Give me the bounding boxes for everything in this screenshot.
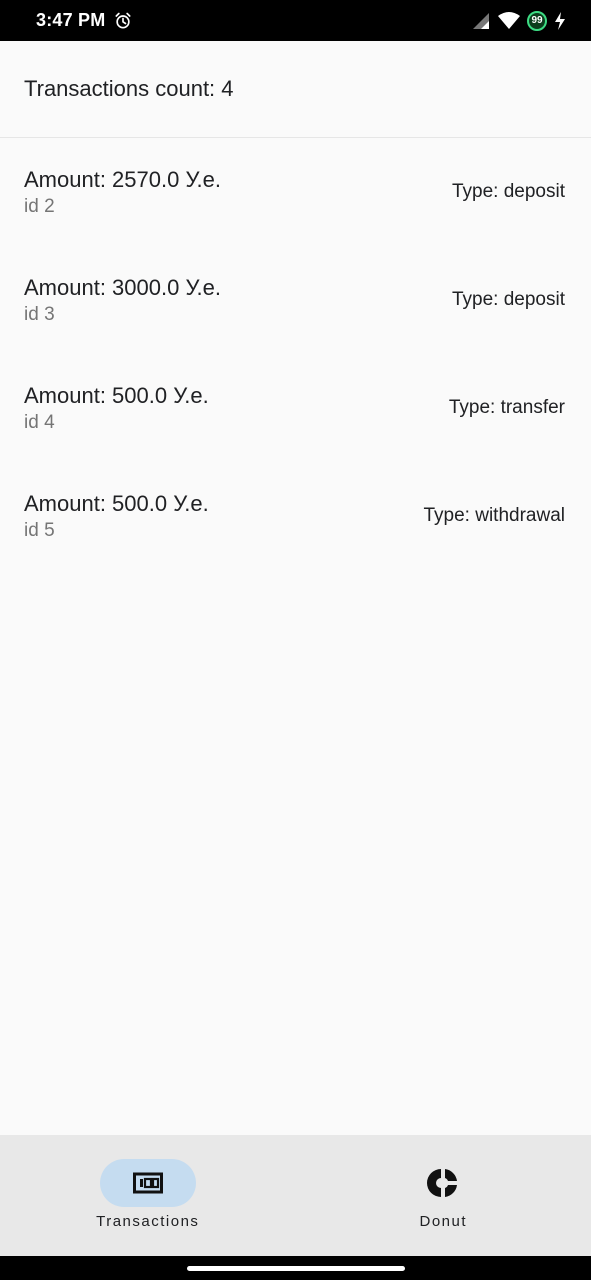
bottom-navigation: Transactions Donut	[0, 1135, 591, 1256]
transaction-info: Amount: 2570.0 У.е. id 2	[24, 165, 221, 219]
money-icon	[132, 1172, 163, 1194]
transaction-amount: Amount: 3000.0 У.е.	[24, 275, 221, 300]
status-time: 3:47 PM	[36, 10, 106, 30]
transaction-type: Type: deposit	[451, 289, 565, 310]
nav-pill	[395, 1159, 491, 1207]
transaction-info: Amount: 500.0 У.е. id 5	[24, 489, 209, 543]
nav-label-donut: Donut	[419, 1213, 468, 1230]
transaction-list: Amount: 2570.0 У.е. id 2 Type: deposit A…	[0, 138, 591, 570]
transaction-id: id 3	[24, 304, 55, 325]
home-handle[interactable]	[186, 1265, 405, 1271]
transaction-info: Amount: 500.0 У.е. id 4	[24, 381, 209, 435]
transaction-amount: Amount: 500.0 У.е.	[24, 383, 209, 408]
list-item[interactable]: Amount: 500.0 У.е. id 4 Type: transfer	[0, 354, 591, 462]
nav-active-indicator	[99, 1159, 196, 1207]
transaction-info: Amount: 3000.0 У.е. id 3	[24, 273, 221, 327]
charging-icon	[555, 11, 565, 30]
transaction-id: id 5	[24, 520, 55, 541]
donut-chart-icon	[427, 1169, 458, 1197]
signal-icon	[473, 12, 489, 29]
transaction-amount: Amount: 500.0 У.е.	[24, 491, 209, 516]
transaction-type: Type: transfer	[448, 397, 565, 418]
transaction-id: id 2	[24, 196, 55, 217]
status-bar: 3:47 PM 99	[0, 0, 591, 41]
list-item[interactable]: Amount: 3000.0 У.е. id 3 Type: deposit	[0, 246, 591, 354]
battery-icon: 99	[527, 10, 547, 31]
page-title: Transactions count: 4	[24, 76, 234, 101]
list-item[interactable]: Amount: 2570.0 У.е. id 2 Type: deposit	[0, 138, 591, 246]
nav-label-transactions: Transactions	[96, 1213, 200, 1230]
transaction-type: Type: deposit	[451, 181, 565, 202]
app-header: Transactions count: 4	[0, 41, 591, 138]
nav-item-transactions[interactable]: Transactions	[0, 1135, 296, 1256]
alarm-icon	[115, 12, 131, 29]
status-icons: 99	[471, 10, 567, 31]
transaction-type: Type: withdrawal	[423, 505, 565, 526]
wifi-icon	[498, 11, 520, 29]
list-item[interactable]: Amount: 500.0 У.е. id 5 Type: withdrawal	[0, 462, 591, 570]
transaction-amount: Amount: 2570.0 У.е.	[24, 167, 221, 192]
transaction-id: id 4	[24, 412, 55, 433]
nav-item-donut[interactable]: Donut	[296, 1135, 591, 1256]
system-gesture-bar	[0, 1256, 591, 1280]
